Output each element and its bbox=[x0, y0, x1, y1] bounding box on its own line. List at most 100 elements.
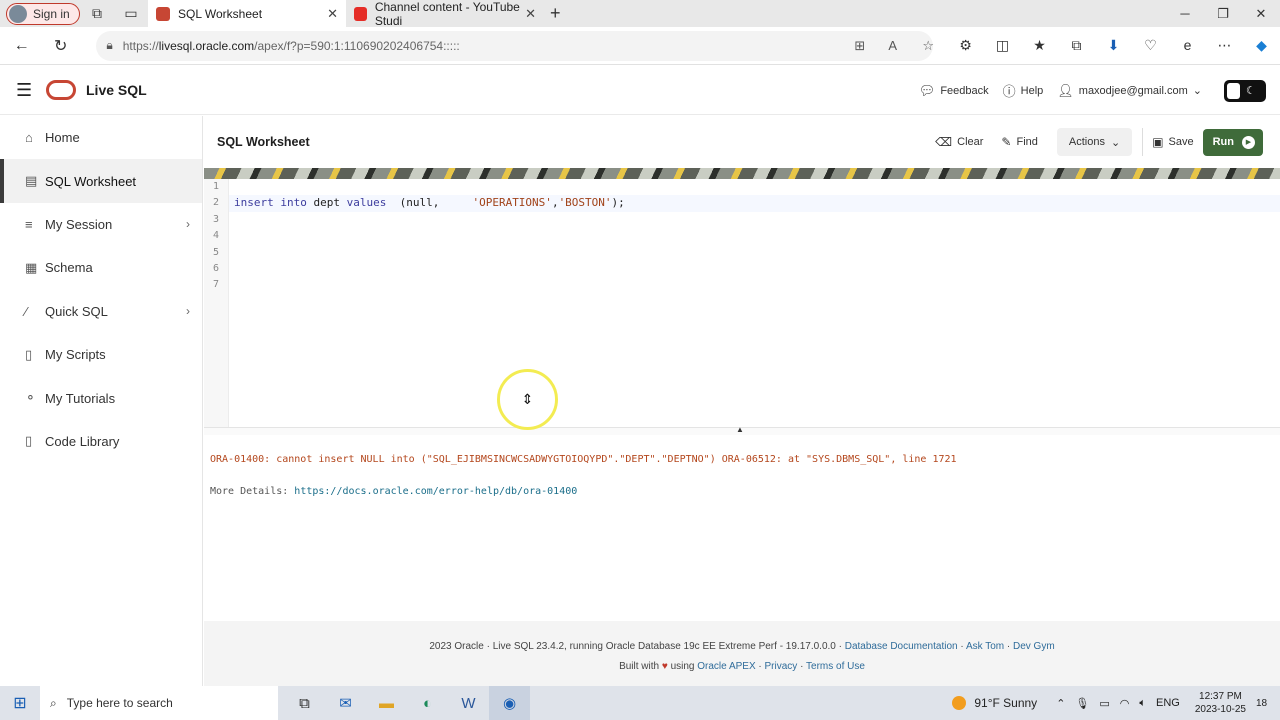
tab-actions-icon[interactable]: ▭ bbox=[114, 5, 148, 22]
word-icon[interactable]: W bbox=[448, 686, 489, 720]
clock[interactable]: 12:37 PM 2023-10-25 bbox=[1195, 690, 1246, 716]
actions-label: Actions bbox=[1068, 136, 1105, 148]
oracle-logo-icon bbox=[46, 80, 76, 100]
battery-icon[interactable]: ▭ bbox=[1099, 697, 1109, 710]
help-link[interactable]: ⓘ Help bbox=[1003, 81, 1044, 100]
file-explorer-icon[interactable]: ▬ bbox=[366, 686, 407, 720]
sidebar-item-sql-worksheet[interactable]: ▤ SQL Worksheet bbox=[0, 159, 202, 203]
sidebar-item-label: Home bbox=[45, 130, 80, 146]
wifi-icon[interactable]: ◠ bbox=[1120, 697, 1130, 710]
eraser-icon: ⌫ bbox=[935, 135, 953, 149]
taskbar-search[interactable]: ⌕ Type here to search bbox=[40, 686, 278, 720]
code-text: , bbox=[551, 196, 559, 210]
workspaces-icon[interactable]: ⧉ bbox=[80, 5, 114, 22]
chrome-like-app-icon[interactable]: ◉ bbox=[489, 686, 530, 720]
sidebar-item-my-scripts[interactable]: ▯ My Scripts bbox=[0, 333, 202, 376]
url-field[interactable]: 🔒︎ https://livesql.oracle.com/apex/f?p=5… bbox=[96, 30, 934, 61]
theme-toggle[interactable]: ☾ bbox=[1224, 79, 1266, 102]
mail-icon[interactable]: ✉ bbox=[325, 686, 366, 720]
close-window-icon[interactable]: ✕ bbox=[1242, 6, 1280, 22]
footer-version-text: 2023 Oracle · Live SQL 23.4.2, running O… bbox=[429, 641, 845, 652]
sidebar-item-home[interactable]: ⌂ Home bbox=[0, 116, 202, 159]
sidebar-item-label: Quick SQL bbox=[45, 303, 108, 319]
sidebar-item-code-library[interactable]: ▯ Code Library bbox=[0, 420, 202, 463]
sidebar-item-schema[interactable]: ▦ Schema bbox=[0, 246, 202, 289]
library-icon: ▯ bbox=[25, 433, 33, 449]
error-help-link[interactable]: https://docs.oracle.com/error-help/db/or… bbox=[294, 486, 577, 497]
split-screen-icon[interactable]: ◫ bbox=[984, 37, 1021, 54]
save-icon: ▣ bbox=[1152, 135, 1164, 149]
edge-bar-icon[interactable]: e bbox=[1169, 37, 1206, 54]
code-line[interactable]: insert into dept values (null, 'OPERATIO… bbox=[229, 195, 1280, 212]
user-menu[interactable]: 👤︎ maxodjee@gmail.com ⌄ bbox=[1057, 83, 1202, 99]
save-button[interactable]: ▣ Save bbox=[1142, 128, 1202, 156]
favorite-star-icon[interactable]: ☆ bbox=[922, 38, 934, 54]
chevron-down-icon: ⌄ bbox=[1192, 85, 1202, 97]
chevron-down-icon: ⌄ bbox=[1110, 136, 1121, 149]
database-documentation-link[interactable]: Database Documentation bbox=[845, 641, 958, 652]
feedback-link[interactable]: 💬︎ Feedback bbox=[919, 83, 989, 99]
edge-icon[interactable]: ◐ bbox=[407, 686, 448, 720]
weather-widget[interactable]: 91°F Sunny bbox=[952, 696, 1037, 710]
sidebar-item-label: SQL Worksheet bbox=[45, 173, 137, 189]
url-host: livesql.oracle.com bbox=[158, 38, 255, 53]
scripts-icon: ▯ bbox=[25, 346, 33, 362]
clock-time: 12:37 PM bbox=[1199, 691, 1242, 702]
browser-tab-sql-worksheet[interactable]: SQL Worksheet ✕ bbox=[148, 0, 346, 27]
copilot-icon[interactable]: ◆ bbox=[1243, 37, 1280, 54]
dev-gym-link[interactable]: Dev Gym bbox=[1013, 641, 1055, 652]
more-details: More Details: https://docs.oracle.com/er… bbox=[210, 486, 1274, 497]
find-icon: ✎ bbox=[1001, 135, 1012, 149]
windows-start-icon[interactable]: ⊞ bbox=[0, 693, 40, 713]
collapse-caret-icon[interactable]: ▲ bbox=[736, 425, 744, 434]
find-button[interactable]: ✎ Find bbox=[992, 128, 1046, 156]
performance-icon[interactable]: ♡ bbox=[1132, 37, 1169, 54]
language-indicator[interactable]: ENG bbox=[1156, 697, 1180, 709]
app-available-icon[interactable]: ⊞ bbox=[854, 38, 865, 54]
privacy-link[interactable]: Privacy bbox=[765, 661, 798, 672]
oracle-favicon-icon bbox=[156, 6, 170, 21]
oracle-apex-link[interactable]: Oracle APEX bbox=[697, 661, 755, 672]
worksheet-icon: ▤ bbox=[25, 173, 38, 189]
volume-icon[interactable]: 🔈︎ bbox=[1139, 697, 1146, 710]
clear-button[interactable]: ⌫ Clear bbox=[926, 128, 992, 156]
app-header: ☰ Live SQL 💬︎ Feedback ⓘ Help 👤︎ maxodje… bbox=[0, 66, 1280, 115]
decorative-banner bbox=[204, 168, 1280, 179]
notifications-badge[interactable]: 18 bbox=[1256, 698, 1276, 709]
refresh-icon[interactable]: ↻ bbox=[43, 36, 78, 56]
minimize-icon[interactable]: ─ bbox=[1166, 6, 1204, 21]
signin-label: Sign in bbox=[33, 6, 70, 21]
pane-splitter[interactable]: ▲ bbox=[204, 425, 1280, 435]
address-bar-row: ← ↻ 🔒︎ https://livesql.oracle.com/apex/f… bbox=[0, 27, 1280, 65]
extensions-icon[interactable]: ⚙ bbox=[947, 37, 984, 54]
maximize-icon[interactable]: ❐ bbox=[1204, 6, 1242, 22]
back-icon[interactable]: ← bbox=[4, 37, 39, 55]
actions-menu-button[interactable]: Actions ⌄ bbox=[1056, 128, 1133, 156]
close-tab-icon[interactable]: ✕ bbox=[525, 6, 536, 22]
task-view-icon[interactable]: ⧉ bbox=[284, 686, 325, 720]
run-button[interactable]: Run ▶ bbox=[1202, 128, 1263, 156]
browser-signin-button[interactable]: Sign in bbox=[6, 2, 80, 25]
collections-icon[interactable]: ⧉ bbox=[1058, 37, 1095, 54]
favorites-icon[interactable]: ★ bbox=[1021, 37, 1058, 54]
microphone-icon[interactable]: 🎙︎ bbox=[1075, 697, 1089, 710]
sidebar-item-my-session[interactable]: ≡ My Session › bbox=[0, 203, 202, 246]
url-prefix: https:// bbox=[122, 38, 159, 53]
sql-editor[interactable]: 1 2 3 4 5 6 7 insert into dept values (n… bbox=[204, 179, 1280, 427]
close-tab-icon[interactable]: ✕ bbox=[327, 6, 338, 22]
sidebar-item-my-tutorials[interactable]: ⚬ My Tutorials bbox=[0, 376, 202, 419]
more-menu-icon[interactable]: ⋯ bbox=[1206, 37, 1243, 54]
tray-chevron-up-icon[interactable]: ⌃ bbox=[1056, 697, 1065, 710]
moon-icon: ☾ bbox=[1246, 85, 1256, 97]
menu-hamburger-icon[interactable]: ☰ bbox=[16, 80, 36, 101]
browser-tab-youtube[interactable]: Channel content - YouTube Studi ✕ bbox=[346, 0, 544, 28]
terms-link[interactable]: Terms of Use bbox=[806, 661, 865, 672]
taskbar-apps: ⧉ ✉ ▬ ◐ W ◉ bbox=[284, 686, 530, 720]
new-tab-icon[interactable]: + bbox=[550, 3, 561, 24]
read-aloud-icon[interactable]: A bbox=[888, 38, 897, 53]
downloads-icon[interactable]: ⬇ bbox=[1095, 37, 1132, 54]
code-text: dept bbox=[306, 196, 347, 210]
ask-tom-link[interactable]: Ask Tom bbox=[966, 641, 1004, 652]
sidebar-item-quick-sql[interactable]: ⁄ Quick SQL › bbox=[0, 290, 202, 333]
toggle-knob bbox=[1227, 82, 1240, 99]
